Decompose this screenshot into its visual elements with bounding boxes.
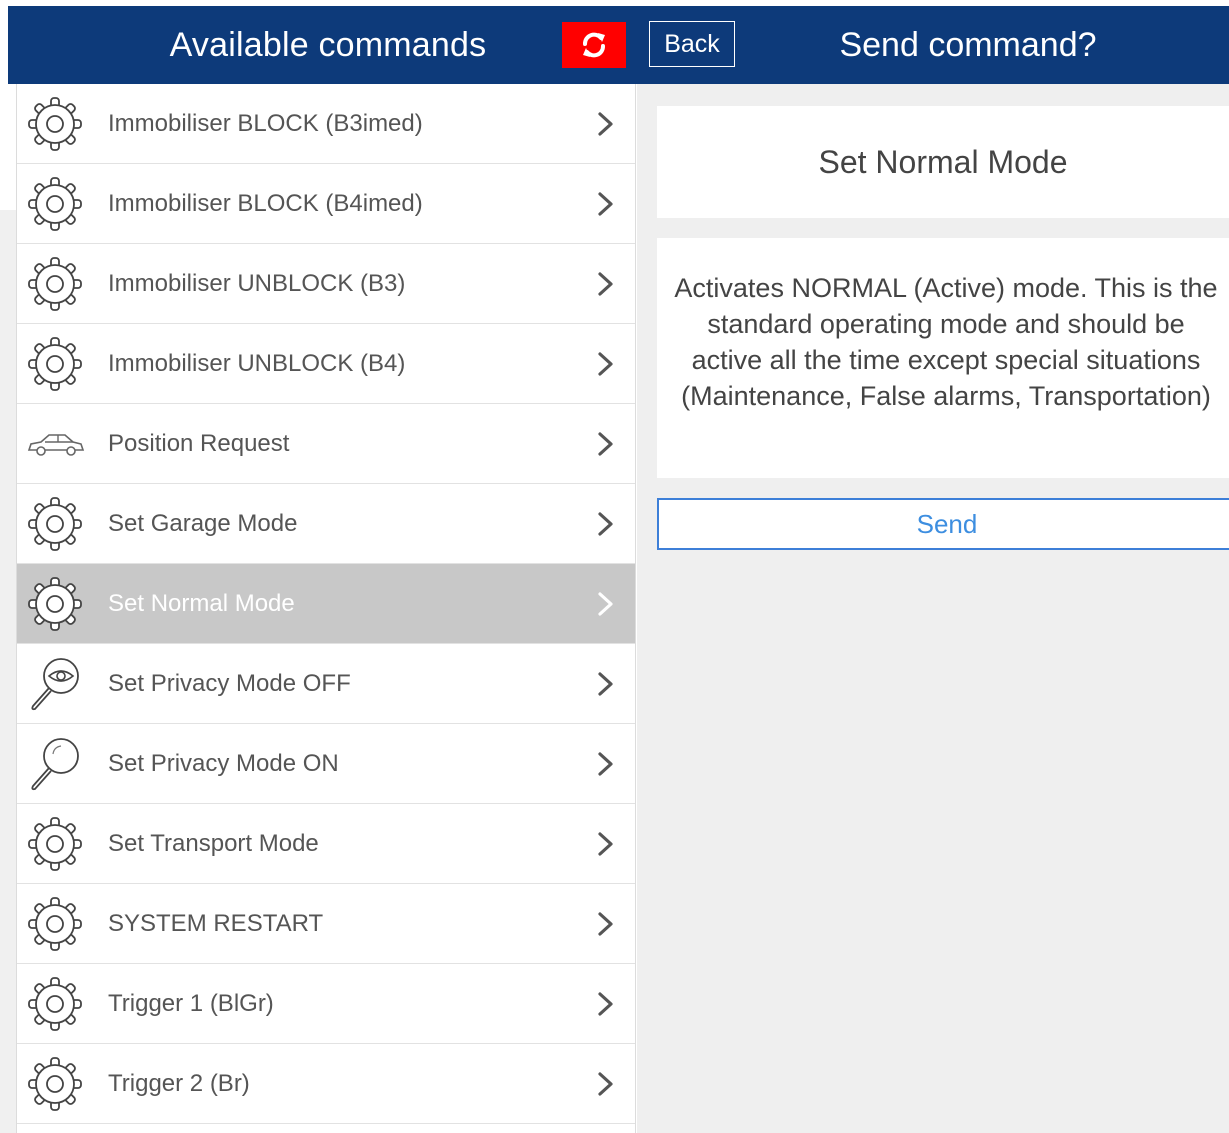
chevron-right-icon bbox=[591, 748, 621, 780]
command-item[interactable]: Immobiliser BLOCK (B4imed) bbox=[17, 164, 635, 244]
gear-icon bbox=[23, 894, 87, 954]
available-commands-title: Available commands bbox=[169, 25, 487, 64]
command-description: Activates NORMAL (Active) mode. This is … bbox=[657, 238, 1229, 478]
command-label: Set Privacy Mode OFF bbox=[108, 670, 351, 697]
command-label: Set Normal Mode bbox=[108, 590, 295, 617]
command-label: Immobiliser BLOCK (B3imed) bbox=[108, 110, 423, 137]
refresh-icon bbox=[583, 32, 605, 58]
chevron-right-icon bbox=[591, 348, 621, 380]
command-item[interactable]: SYSTEM RESTART bbox=[17, 884, 635, 964]
command-item[interactable]: Set Privacy Mode ON bbox=[17, 724, 635, 804]
back-button[interactable]: Back bbox=[649, 21, 735, 67]
command-item[interactable]: Immobiliser UNBLOCK (B4) bbox=[17, 324, 635, 404]
command-detail-panel: Set Normal Mode Activates NORMAL (Active… bbox=[637, 84, 1229, 1133]
command-item[interactable]: Trigger 2 (Br) bbox=[17, 1044, 635, 1124]
send-button[interactable]: Send bbox=[657, 498, 1229, 550]
chevron-right-icon bbox=[591, 428, 621, 460]
eye-magnifier-icon bbox=[23, 654, 87, 714]
top-bar: Available commands Back Send command? bbox=[8, 6, 1229, 84]
command-title-card: Set Normal Mode bbox=[657, 106, 1229, 218]
gear-icon bbox=[23, 94, 87, 154]
chevron-right-icon bbox=[591, 1068, 621, 1100]
command-item[interactable]: Immobiliser UNBLOCK (B3) bbox=[17, 244, 635, 324]
gear-icon bbox=[23, 974, 87, 1034]
command-item[interactable]: Set Garage Mode bbox=[17, 484, 635, 564]
command-label: SYSTEM RESTART bbox=[108, 910, 324, 937]
command-label: Position Request bbox=[108, 430, 290, 457]
chevron-right-icon bbox=[591, 828, 621, 860]
command-label: Trigger 1 (BlGr) bbox=[108, 990, 274, 1017]
command-label: Set Garage Mode bbox=[108, 510, 298, 537]
command-label: Immobiliser BLOCK (B4imed) bbox=[108, 190, 423, 217]
chevron-right-icon bbox=[591, 268, 621, 300]
send-command-title: Send command? bbox=[839, 25, 1097, 64]
chevron-right-icon bbox=[591, 988, 621, 1020]
gear-icon bbox=[23, 254, 87, 314]
command-label: Set Transport Mode bbox=[108, 830, 319, 857]
command-item[interactable]: Trigger 1 (BlGr) bbox=[17, 964, 635, 1044]
chevron-right-icon bbox=[591, 508, 621, 540]
left-gutter bbox=[0, 210, 16, 1133]
command-item[interactable]: Immobiliser BLOCK (B3imed) bbox=[17, 84, 635, 164]
chevron-right-icon bbox=[591, 908, 621, 940]
command-label: Trigger 2 (Br) bbox=[108, 1070, 250, 1097]
gear-icon bbox=[23, 574, 87, 634]
car-icon bbox=[23, 414, 87, 474]
command-item[interactable]: Set Privacy Mode OFF bbox=[17, 644, 635, 724]
chevron-right-icon bbox=[591, 588, 621, 620]
chevron-right-icon bbox=[591, 188, 621, 220]
chevron-right-icon bbox=[591, 108, 621, 140]
command-item[interactable]: Position Request bbox=[17, 404, 635, 484]
gear-icon bbox=[23, 494, 87, 554]
gear-icon bbox=[23, 814, 87, 874]
command-item[interactable]: Set Normal Mode bbox=[17, 564, 635, 644]
gear-icon bbox=[23, 334, 87, 394]
command-list: Immobiliser BLOCK (B3imed) Immobiliser BL… bbox=[16, 84, 636, 1133]
gear-icon bbox=[23, 1054, 87, 1114]
command-label: Immobiliser UNBLOCK (B4) bbox=[108, 350, 406, 377]
chevron-right-icon bbox=[591, 668, 621, 700]
magnifier-icon bbox=[23, 734, 87, 794]
refresh-button[interactable] bbox=[562, 22, 626, 68]
command-label: Immobiliser UNBLOCK (B3) bbox=[108, 270, 406, 297]
command-item[interactable]: Set Transport Mode bbox=[17, 804, 635, 884]
command-label: Set Privacy Mode ON bbox=[108, 750, 339, 777]
gear-icon bbox=[23, 174, 87, 234]
